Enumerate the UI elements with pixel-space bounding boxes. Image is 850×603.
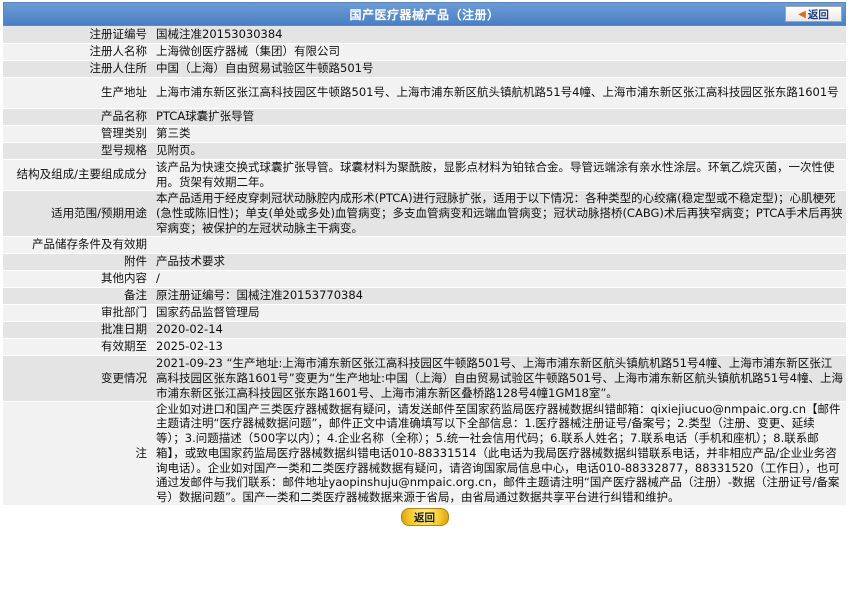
field-label: 适用范围/预期用途	[3, 190, 152, 236]
field-label: 生产地址	[3, 77, 152, 108]
back-button-top-label: 返回	[807, 8, 829, 21]
table-row: 管理类别 第三类	[3, 125, 846, 142]
page-title: 国产医疗器械产品（注册）	[349, 7, 500, 22]
back-button-top[interactable]: ◀ 返回	[785, 6, 842, 22]
field-label: 备注	[3, 287, 152, 304]
detail-table: 注册证编号 国械注准20153030384 注册人名称 上海微创医疗器械（集团）…	[3, 26, 846, 506]
table-row: 备注 原注册证编号：国械注准20153770384	[3, 287, 846, 304]
field-label: 附件	[3, 253, 152, 270]
field-value: 产品技术要求	[152, 253, 846, 270]
title-bar: 国产医疗器械产品（注册） ◀ 返回	[3, 2, 846, 26]
table-row: 结构及组成/主要组成成分 该产品为快速交换式球囊扩张导管。球囊材料为聚酰胺，显影…	[3, 159, 846, 190]
table-row: 生产地址 上海市浦东新区张江高科技园区牛顿路501号、上海市浦东新区航头镇航机路…	[3, 77, 846, 108]
table-row: 批准日期 2020-02-14	[3, 321, 846, 338]
field-label: 型号规格	[3, 142, 152, 159]
field-label: 注	[3, 401, 152, 506]
table-row: 产品名称 PTCA球囊扩张导管	[3, 108, 846, 125]
field-value: 上海微创医疗器械（集团）有限公司	[152, 43, 846, 60]
field-label: 注册证编号	[3, 26, 152, 43]
detail-panel: 国产医疗器械产品（注册） ◀ 返回 注册证编号 国械注准20153030384 …	[3, 2, 846, 528]
field-label: 产品储存条件及有效期	[3, 236, 152, 253]
field-label: 产品名称	[3, 108, 152, 125]
field-value: PTCA球囊扩张导管	[152, 108, 846, 125]
field-label: 有效期至	[3, 338, 152, 355]
field-value: 见附页。	[152, 142, 846, 159]
field-value: 中国（上海）自由贸易试验区牛顿路501号	[152, 60, 846, 77]
field-value: /	[152, 270, 846, 287]
field-label: 结构及组成/主要组成成分	[3, 159, 152, 190]
table-row: 产品储存条件及有效期	[3, 236, 846, 253]
field-value: 国家药品监督管理局	[152, 304, 846, 321]
table-row: 适用范围/预期用途 本产品适用于经皮穿刺冠状动脉腔内成形术(PTCA)进行冠脉扩…	[3, 190, 846, 236]
field-label: 变更情况	[3, 355, 152, 401]
table-row: 有效期至 2025-02-13	[3, 338, 846, 355]
table-row: 变更情况 2021-09-23 “生产地址:上海市浦东新区张江高科技园区牛顿路5…	[3, 355, 846, 401]
field-value: 国械注准20153030384	[152, 26, 846, 43]
field-value: 该产品为快速交换式球囊扩张导管。球囊材料为聚酰胺，显影点材料为铂铱合金。导管远端…	[152, 159, 846, 190]
field-label: 审批部门	[3, 304, 152, 321]
field-label: 注册人名称	[3, 43, 152, 60]
field-label: 注册人住所	[3, 60, 152, 77]
table-row: 注册证编号 国械注准20153030384	[3, 26, 846, 43]
field-label: 其他内容	[3, 270, 152, 287]
field-value: 2020-02-14	[152, 321, 846, 338]
table-row: 审批部门 国家药品监督管理局	[3, 304, 846, 321]
table-row: 注 企业如对进口和国产三类医疗器械数据有疑问，请发送邮件至国家药监局医疗器械数据…	[3, 401, 846, 506]
field-value: 2021-09-23 “生产地址:上海市浦东新区张江高科技园区牛顿路501号、上…	[152, 355, 846, 401]
notes-value: 企业如对进口和国产三类医疗器械数据有疑问，请发送邮件至国家药监局医疗器械数据纠错…	[152, 401, 846, 506]
table-row: 附件 产品技术要求	[3, 253, 846, 270]
field-value: 上海市浦东新区张江高科技园区牛顿路501号、上海市浦东新区航头镇航机路51号4幢…	[152, 77, 846, 108]
field-value: 本产品适用于经皮穿刺冠状动脉腔内成形术(PTCA)进行冠脉扩张，适用于以下情况：…	[152, 190, 846, 236]
table-row: 注册人住所 中国（上海）自由贸易试验区牛顿路501号	[3, 60, 846, 77]
field-value: 第三类	[152, 125, 846, 142]
table-row: 型号规格 见附页。	[3, 142, 846, 159]
field-value	[152, 236, 846, 253]
back-button-bottom[interactable]: 返回	[400, 508, 449, 527]
table-row: 注册人名称 上海微创医疗器械（集团）有限公司	[3, 43, 846, 60]
arrow-left-icon: ◀	[798, 8, 806, 20]
field-value: 原注册证编号：国械注准20153770384	[152, 287, 846, 304]
field-label: 批准日期	[3, 321, 152, 338]
table-row: 其他内容 /	[3, 270, 846, 287]
footer: 返回	[3, 506, 846, 528]
field-label: 管理类别	[3, 125, 152, 142]
field-value: 2025-02-13	[152, 338, 846, 355]
